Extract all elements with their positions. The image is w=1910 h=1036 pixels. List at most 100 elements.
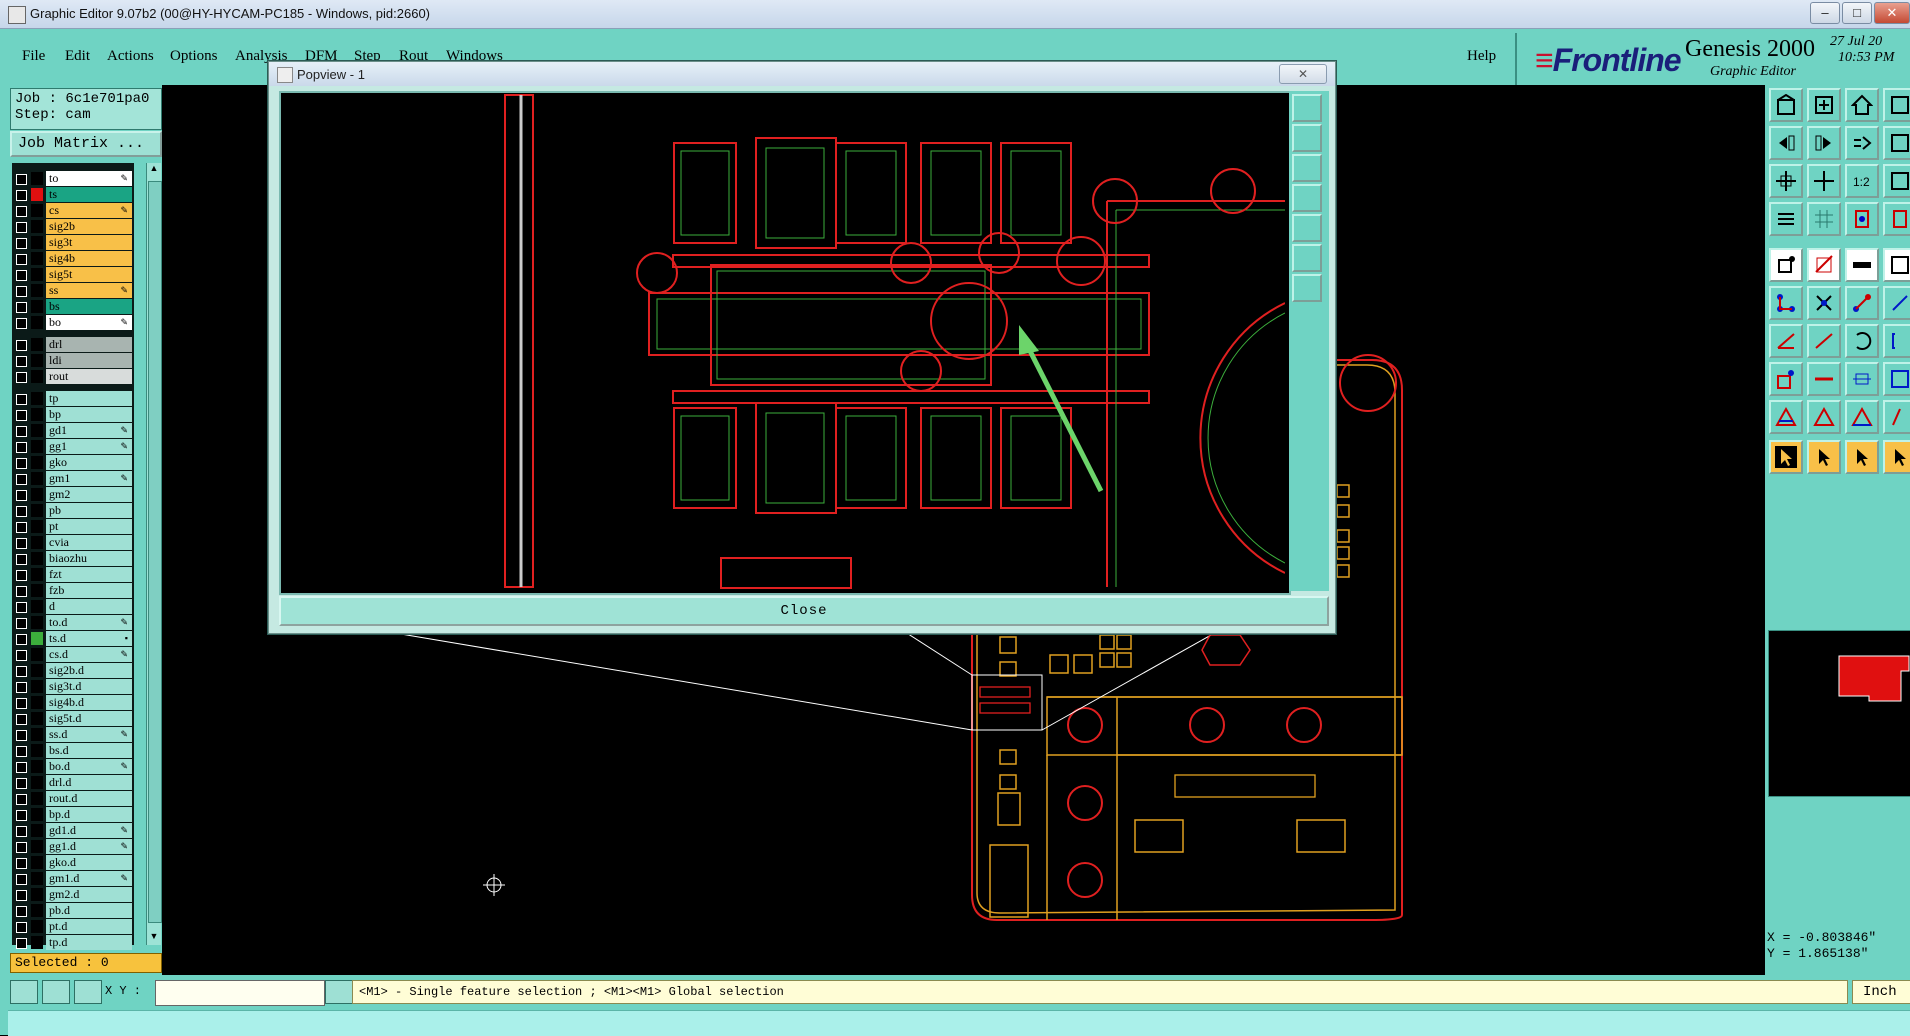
layer-row[interactable]: cs.d ✎ (12, 647, 134, 662)
pv-pan-icon[interactable] (1292, 154, 1322, 182)
layer-checkbox[interactable] (16, 794, 27, 805)
layer-checkbox[interactable] (16, 618, 27, 629)
layer-color-swatch[interactable] (31, 712, 43, 725)
layer-name[interactable]: tp (46, 391, 132, 406)
layer-checkbox[interactable] (16, 340, 27, 351)
stretch-tool-icon[interactable] (1883, 286, 1910, 320)
layer-color-swatch[interactable] (31, 488, 43, 501)
layer-color-swatch[interactable] (31, 552, 43, 565)
layer-color-swatch[interactable] (31, 792, 43, 805)
layer-checkbox[interactable] (16, 538, 27, 549)
triangle4-tool-icon[interactable] (1883, 400, 1910, 434)
layer-row[interactable]: sig3t (12, 235, 134, 250)
triangle2-tool-icon[interactable] (1807, 400, 1841, 434)
layer-row[interactable]: ts.d ▪ (12, 631, 134, 646)
layer-color-swatch[interactable] (31, 536, 43, 549)
layer-row[interactable]: bo.d ✎ (12, 759, 134, 774)
layer-checkbox[interactable] (16, 842, 27, 853)
zoom-fit-icon[interactable] (1807, 164, 1841, 198)
layer-name[interactable]: d (46, 599, 132, 614)
layer-checkbox[interactable] (16, 206, 27, 217)
layer-name[interactable]: bp.d (46, 807, 132, 822)
pointer2-icon[interactable] (1807, 440, 1841, 474)
layer-color-swatch[interactable] (31, 392, 43, 405)
layer-color-swatch[interactable] (31, 584, 43, 597)
hline-tool-icon[interactable] (1807, 362, 1841, 396)
layer-name[interactable]: ts (46, 187, 132, 202)
text-tool-icon[interactable] (1845, 248, 1879, 282)
triangle-tool-icon[interactable] (1769, 400, 1803, 434)
layer-name[interactable]: gko.d (46, 855, 132, 870)
layer-name[interactable]: cvia (46, 535, 132, 550)
layer-checkbox[interactable] (16, 318, 27, 329)
scroll-thumb[interactable] (148, 181, 162, 923)
layer-checkbox[interactable] (16, 174, 27, 185)
layer-color-swatch[interactable] (31, 600, 43, 613)
layer-row[interactable]: pt (12, 519, 134, 534)
layer-name[interactable]: sig3t (46, 235, 132, 250)
layer-color-swatch[interactable] (31, 370, 43, 383)
layer-color-swatch[interactable] (31, 520, 43, 533)
cross-tool-icon[interactable] (1807, 286, 1841, 320)
pv-redraw-icon[interactable] (1292, 214, 1322, 242)
layer-color-swatch[interactable] (31, 632, 43, 645)
layer-row[interactable]: gg1 ✎ (12, 439, 134, 454)
select-box-icon[interactable] (1769, 362, 1803, 396)
layer-checkbox[interactable] (16, 554, 27, 565)
fit-right-icon[interactable] (1807, 126, 1841, 160)
popview-titlebar[interactable]: Popview - 1 ✕ (269, 62, 1335, 86)
zoom-home-icon[interactable] (1845, 88, 1879, 122)
pad-snap-icon[interactable] (1883, 362, 1910, 396)
layer-row[interactable]: biaozhu (12, 551, 134, 566)
layer-name[interactable]: sig3t.d (46, 679, 132, 694)
layer-color-swatch[interactable] (31, 284, 43, 297)
layer-color-swatch[interactable] (31, 824, 43, 837)
layer-name[interactable]: sig2b (46, 219, 132, 234)
layer-color-swatch[interactable] (31, 728, 43, 741)
slope-tool-icon[interactable] (1807, 324, 1841, 358)
pan-icon[interactable] (1883, 88, 1910, 122)
layer-color-swatch[interactable] (31, 188, 43, 201)
layer-checkbox[interactable] (16, 238, 27, 249)
pv-zoom-in-icon[interactable] (1292, 94, 1322, 122)
layer-checkbox[interactable] (16, 602, 27, 613)
layer-row[interactable]: gm2 (12, 487, 134, 502)
layer-row[interactable]: ss ✎ (12, 283, 134, 298)
menu-edit[interactable]: Edit (65, 48, 90, 65)
layer-color-swatch[interactable] (31, 472, 43, 485)
menu-actions[interactable]: Actions (107, 48, 154, 65)
layer-row[interactable]: cs ✎ (12, 203, 134, 218)
minimize-button[interactable]: – (1810, 2, 1840, 24)
layer-name[interactable]: bp (46, 407, 132, 422)
layer-checkbox[interactable] (16, 394, 27, 405)
layer-row[interactable]: sig5t.d (12, 711, 134, 726)
layer-row[interactable]: gd1.d ✎ (12, 823, 134, 838)
layer-color-swatch[interactable] (31, 936, 43, 949)
layer-row[interactable]: gd1 ✎ (12, 423, 134, 438)
layer-checkbox[interactable] (16, 698, 27, 709)
layer-color-swatch[interactable] (31, 696, 43, 709)
layer-checkbox[interactable] (16, 254, 27, 265)
layer-name[interactable]: sig2b.d (46, 663, 132, 678)
layer-name[interactable]: pt.d (46, 919, 132, 934)
layer-checkbox[interactable] (16, 270, 27, 281)
layer-name[interactable]: gd1 ✎ (46, 423, 132, 438)
layer-color-swatch[interactable] (31, 616, 43, 629)
layer-name[interactable]: ldi (46, 353, 132, 368)
layer-row[interactable]: sig2b (12, 219, 134, 234)
layer-color-swatch[interactable] (31, 840, 43, 853)
layer-checkbox[interactable] (16, 442, 27, 453)
layer-name[interactable]: tp.d (46, 935, 132, 950)
layer-color-swatch[interactable] (31, 204, 43, 217)
layer-row[interactable]: d (12, 599, 134, 614)
layer-name[interactable]: to.d ✎ (46, 615, 132, 630)
layer-checkbox[interactable] (16, 666, 27, 677)
layer-color-swatch[interactable] (31, 888, 43, 901)
layer-color-swatch[interactable] (31, 664, 43, 677)
layer-checkbox[interactable] (16, 506, 27, 517)
layer-row[interactable]: pb (12, 503, 134, 518)
layer-row[interactable]: fzt (12, 567, 134, 582)
layer-row[interactable]: fzb (12, 583, 134, 598)
layer-row[interactable]: bs.d (12, 743, 134, 758)
bottom-tool-1-icon[interactable] (10, 980, 38, 1004)
